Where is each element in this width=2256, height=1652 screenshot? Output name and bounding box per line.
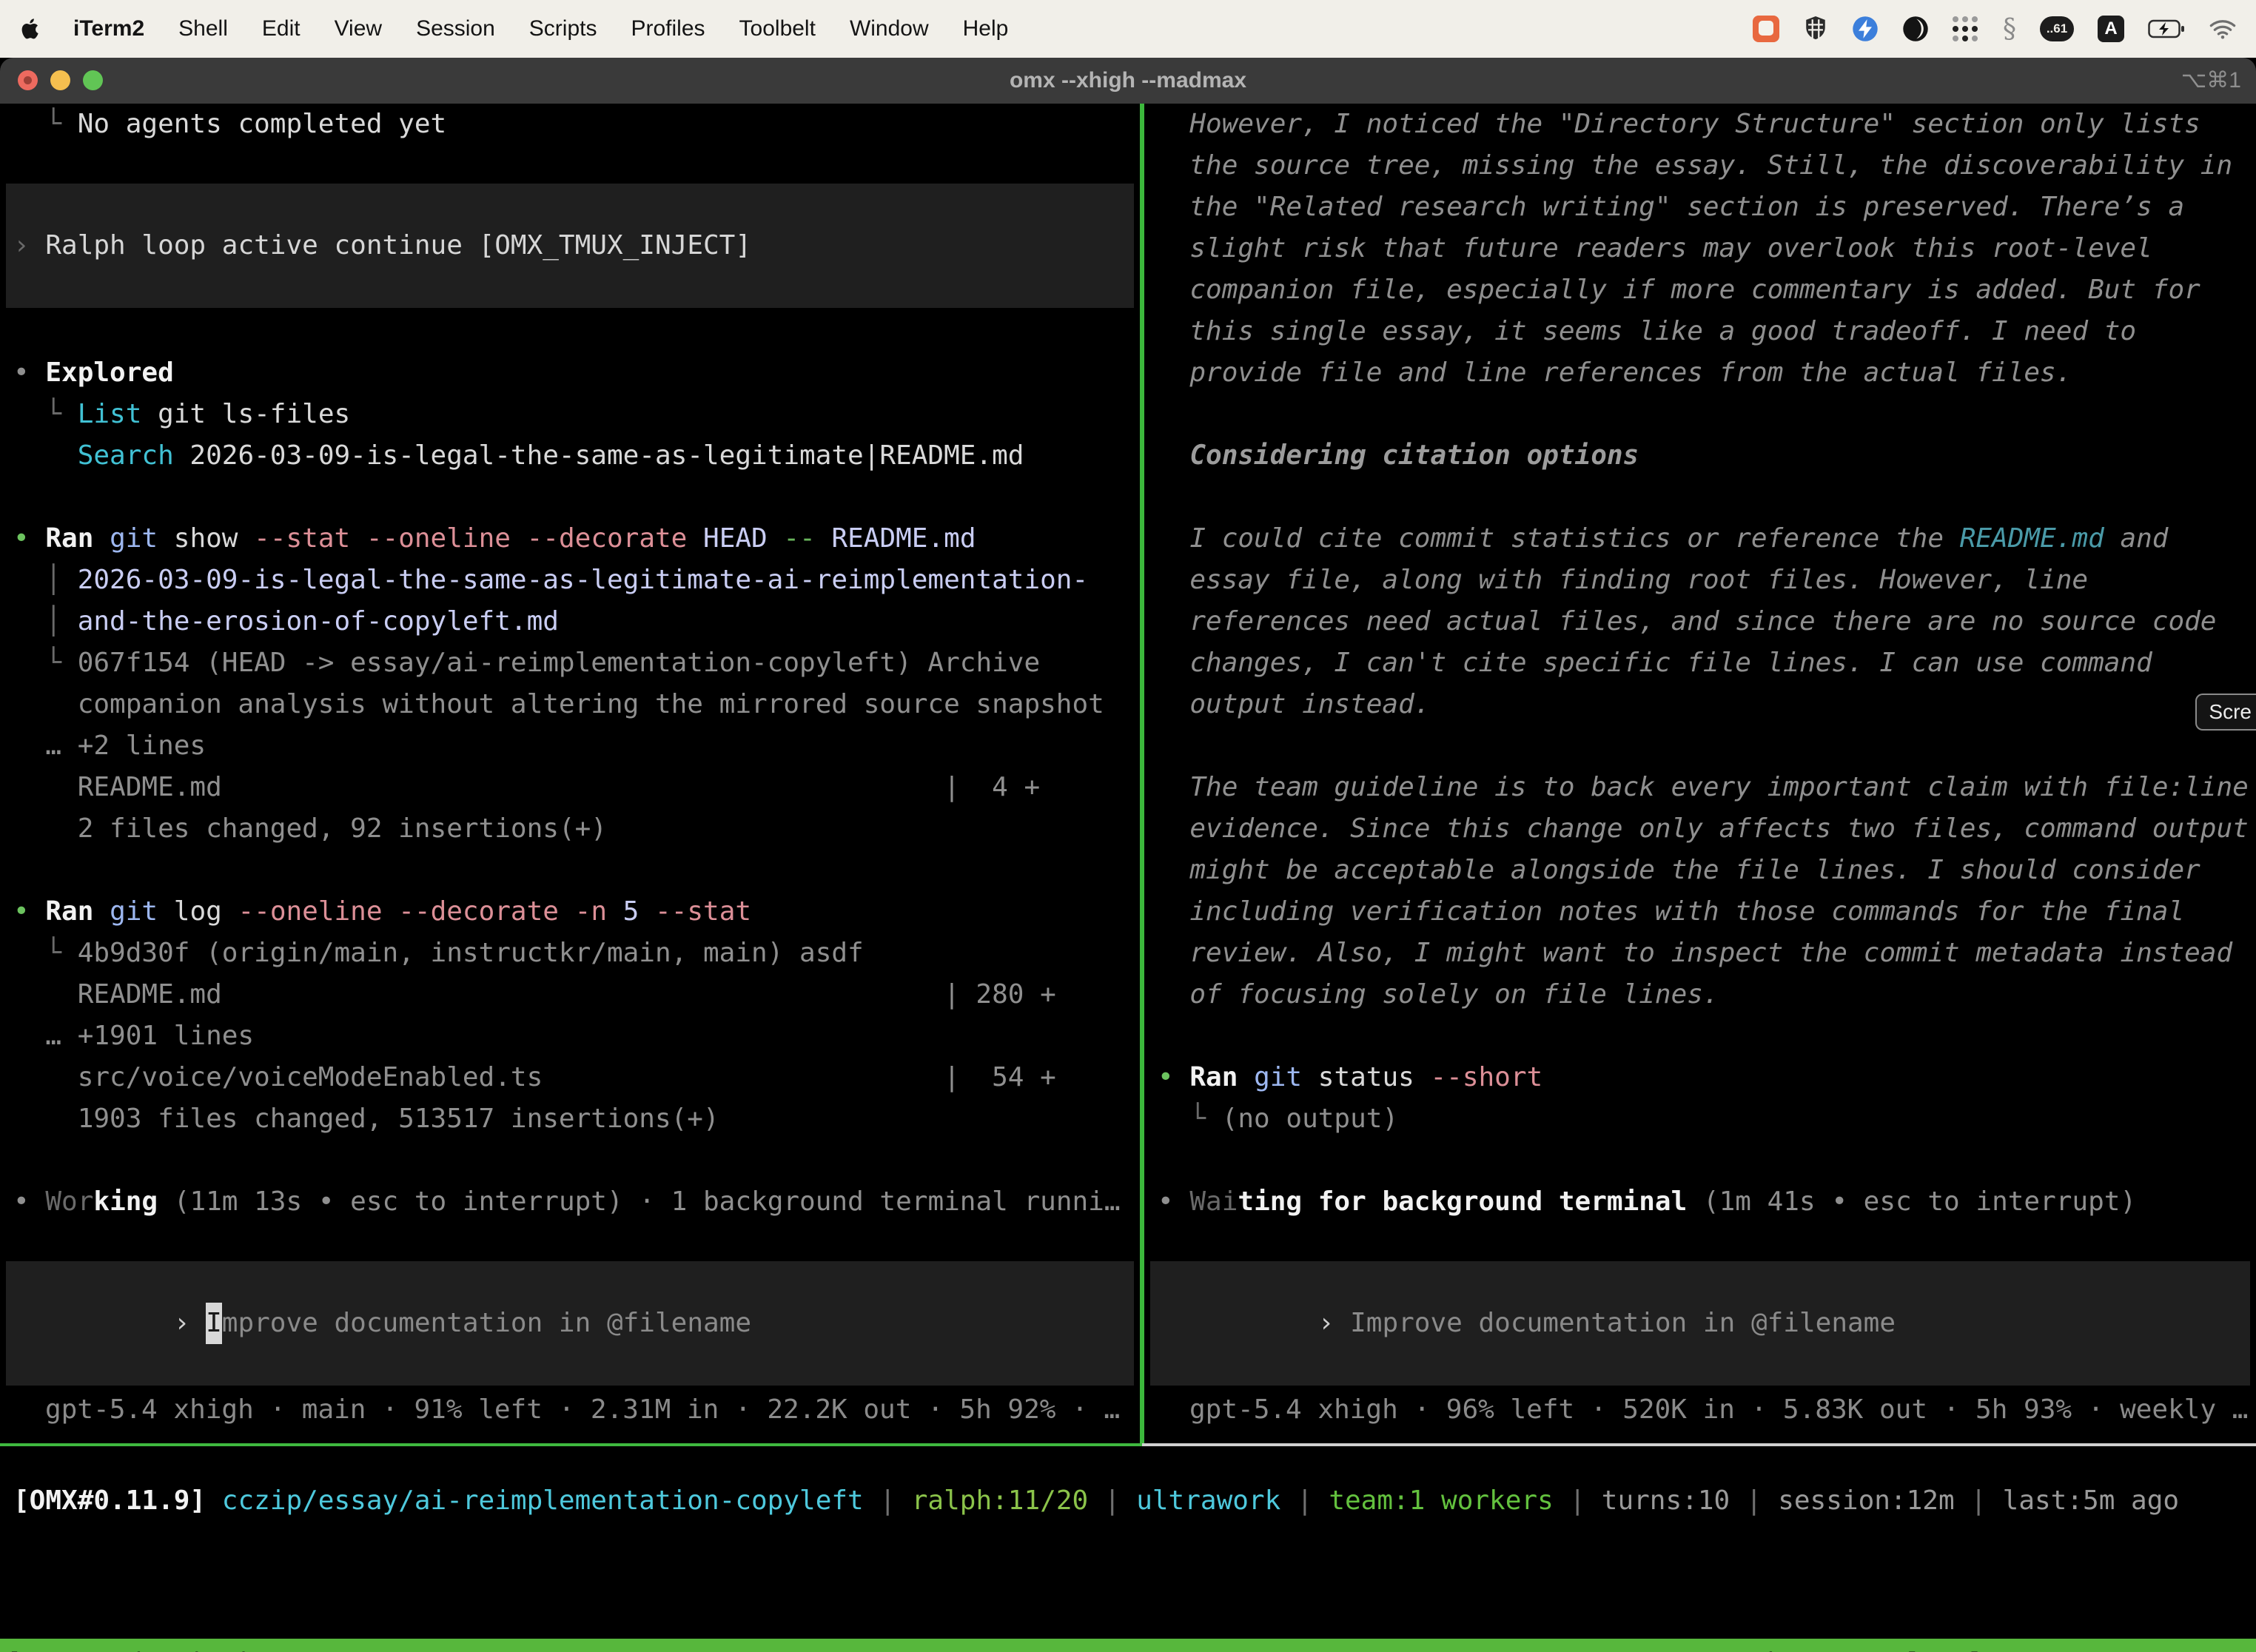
assistant-a-icon[interactable]: A: [2098, 16, 2124, 42]
chat-app-icon[interactable]: [1753, 16, 1779, 42]
agent-input-left[interactable]: › Improve documentation in @filename: [6, 1261, 1134, 1386]
terminal-line: output instead.: [1144, 684, 2256, 725]
terminal-line: • Explored: [0, 352, 1140, 394]
input-prompt-chevron: ›: [174, 1308, 206, 1338]
shield-icon[interactable]: [1803, 15, 1828, 43]
terminal-line: review. Also, I might want to inspect th…: [1144, 933, 2256, 974]
terminal-line: • Waiting for background terminal (1m 41…: [1144, 1181, 2256, 1223]
terminal-line: • Ran git status --short: [1144, 1057, 2256, 1098]
battery-percent-badge[interactable]: ..61: [2040, 16, 2074, 41]
terminal-blank-line: [1144, 725, 2256, 767]
tmux-pane-left: └ No agents completed yet › Ralph loop ac…: [0, 104, 1140, 1443]
menu-item-profiles[interactable]: Profiles: [631, 16, 705, 41]
terminal-line: of focusing solely on file lines.: [1144, 974, 2256, 1015]
terminal-line: • Ran git log --oneline --decorate -n 5 …: [0, 891, 1140, 933]
window-shortcut-badge: ⌥⌘1: [2181, 58, 2241, 104]
terminal-line: provide file and line references from th…: [1144, 352, 2256, 394]
input-prompt-chevron: ›: [1318, 1308, 1350, 1338]
iterm2-window: omx --xhigh --madmax ⌥⌘1 └ No agents com…: [0, 58, 2256, 1652]
menu-item-iterm2[interactable]: iTerm2: [73, 16, 144, 41]
terminal-content: └ No agents completed yet › Ralph loop ac…: [0, 104, 2256, 1652]
pane-bottom-border-inactive: [1142, 1443, 2256, 1446]
terminal-line: src/voice/voiceModeEnabled.ts | 54 +: [0, 1057, 1140, 1098]
terminal-line: └ List git ls-files: [0, 394, 1140, 435]
terminal-line: Considering citation options: [1144, 435, 2256, 477]
terminal-line: including verification notes with those …: [1144, 891, 2256, 933]
inject-banner: › Ralph loop active continue [OMX_TMUX_I…: [6, 184, 1134, 308]
terminal-line: README.md | 4 +: [0, 767, 1140, 808]
tmux-pane-right: However, I noticed the "Directory Struct…: [1144, 104, 2256, 1443]
squiggle-icon[interactable]: §: [2003, 14, 2016, 44]
terminal-line: │ and-the-erosion-of-copyleft.md: [0, 601, 1140, 642]
menu-item-scripts[interactable]: Scripts: [529, 16, 597, 41]
agent-input-right[interactable]: › Improve documentation in @filename: [1150, 1261, 2250, 1386]
macos-menu-bar: iTerm2 Shell Edit View Session Scripts Profile…: [0, 0, 2256, 58]
terminal-line: this single essay, it seems like a good …: [1144, 311, 2256, 352]
apple-logo-icon[interactable]: [19, 17, 39, 41]
terminal-blank-line: [1144, 394, 2256, 435]
terminal-line: the "Related research writing" section i…: [1144, 187, 2256, 228]
terminal-line: I could cite commit statistics or refere…: [1144, 518, 2256, 560]
terminal-line: essay file, along with finding root file…: [1144, 560, 2256, 601]
tmux-status-bar: [omx-cczip0:bash* "MacBook-Pro-44.local"…: [0, 1639, 2256, 1652]
model-status-line-left: gpt-5.4 xhigh · main · 91% left · 2.31M …: [0, 1389, 1140, 1431]
menu-item-edit[interactable]: Edit: [262, 16, 301, 41]
terminal-blank-line: [1144, 1015, 2256, 1057]
tmux-host-clock: "MacBook-Pro-44.local" 04:52 31-Mar-26: [1657, 1648, 2250, 1652]
model-status-line-right: gpt-5.4 xhigh · 96% left · 520K in · 5.8…: [1144, 1389, 2256, 1431]
input-placeholder: mprove documentation in @filename: [222, 1308, 751, 1338]
wifi-icon[interactable]: [2209, 18, 2237, 40]
terminal-line: └ No agents completed yet: [0, 104, 1140, 145]
menu-item-window[interactable]: Window: [850, 16, 929, 41]
terminal-line: companion analysis without altering the …: [0, 684, 1140, 725]
screen-notification-tooltip: Scre: [2195, 694, 2256, 731]
terminal-line: … +2 lines: [0, 725, 1140, 767]
terminal-line: Search 2026-03-09-is-legal-the-same-as-l…: [0, 435, 1140, 477]
terminal-line: │ 2026-03-09-is-legal-the-same-as-legiti…: [0, 560, 1140, 601]
bolt-badge-icon[interactable]: [1852, 16, 1879, 42]
menu-item-help[interactable]: Help: [963, 16, 1009, 41]
text-cursor: I: [206, 1303, 222, 1344]
terminal-blank-line: [1144, 1140, 2256, 1181]
terminal-line: └ 4b9d30f (origin/main, instructkr/main,…: [0, 933, 1140, 974]
terminal-line: 1903 files changed, 513517 insertions(+): [0, 1098, 1140, 1140]
terminal-line: the source tree, missing the essay. Stil…: [1144, 145, 2256, 187]
battery-icon[interactable]: [2148, 19, 2185, 39]
terminal-line: slight risk that future readers may over…: [1144, 228, 2256, 269]
terminal-line: However, I noticed the "Directory Struct…: [1144, 104, 2256, 145]
terminal-blank-line: [0, 477, 1140, 518]
terminal-blank-line: [0, 1140, 1140, 1181]
tmux-session-window[interactable]: [omx-cczip0:bash*: [6, 1648, 271, 1652]
terminal-line: └ (no output): [1144, 1098, 2256, 1140]
terminal-line: • Working (11m 13s • esc to interrupt) ·…: [0, 1181, 1140, 1223]
input-placeholder: Improve documentation in @filename: [1350, 1308, 1896, 1338]
menu-item-view[interactable]: View: [335, 16, 382, 41]
dots-grid-icon[interactable]: [1953, 16, 1979, 42]
terminal-blank-line: [1144, 477, 2256, 518]
terminal-line: • Ran git show --stat --oneline --decora…: [0, 518, 1140, 560]
terminal-line: companion file, especially if more comme…: [1144, 269, 2256, 311]
terminal-line: references need actual files, and since …: [1144, 601, 2256, 642]
terminal-line: changes, I can't cite specific file line…: [1144, 642, 2256, 684]
pane-bottom-border-active: [0, 1443, 1142, 1446]
terminal-line: The team guideline is to back every impo…: [1144, 767, 2256, 808]
terminal-line: └ 067f154 (HEAD -> essay/ai-reimplementa…: [0, 642, 1140, 684]
terminal-line: might be acceptable alongside the file l…: [1144, 850, 2256, 891]
terminal-line: … +1901 lines: [0, 1015, 1140, 1057]
omx-status-line: [OMX#0.11.9] cczip/essay/ai-reimplementa…: [0, 1480, 2256, 1522]
menu-item-toolbelt[interactable]: Toolbelt: [739, 16, 816, 41]
crescent-icon[interactable]: [1902, 16, 1929, 42]
terminal-line: 2 files changed, 92 insertions(+): [0, 808, 1140, 850]
menu-item-session[interactable]: Session: [416, 16, 495, 41]
window-title: omx --xhigh --madmax: [0, 58, 2256, 104]
terminal-line: evidence. Since this change only affects…: [1144, 808, 2256, 850]
window-title-bar: omx --xhigh --madmax ⌥⌘1: [0, 58, 2256, 104]
terminal-blank-line: [0, 850, 1140, 891]
menu-item-shell[interactable]: Shell: [178, 16, 228, 41]
terminal-line: README.md | 280 +: [0, 974, 1140, 1015]
